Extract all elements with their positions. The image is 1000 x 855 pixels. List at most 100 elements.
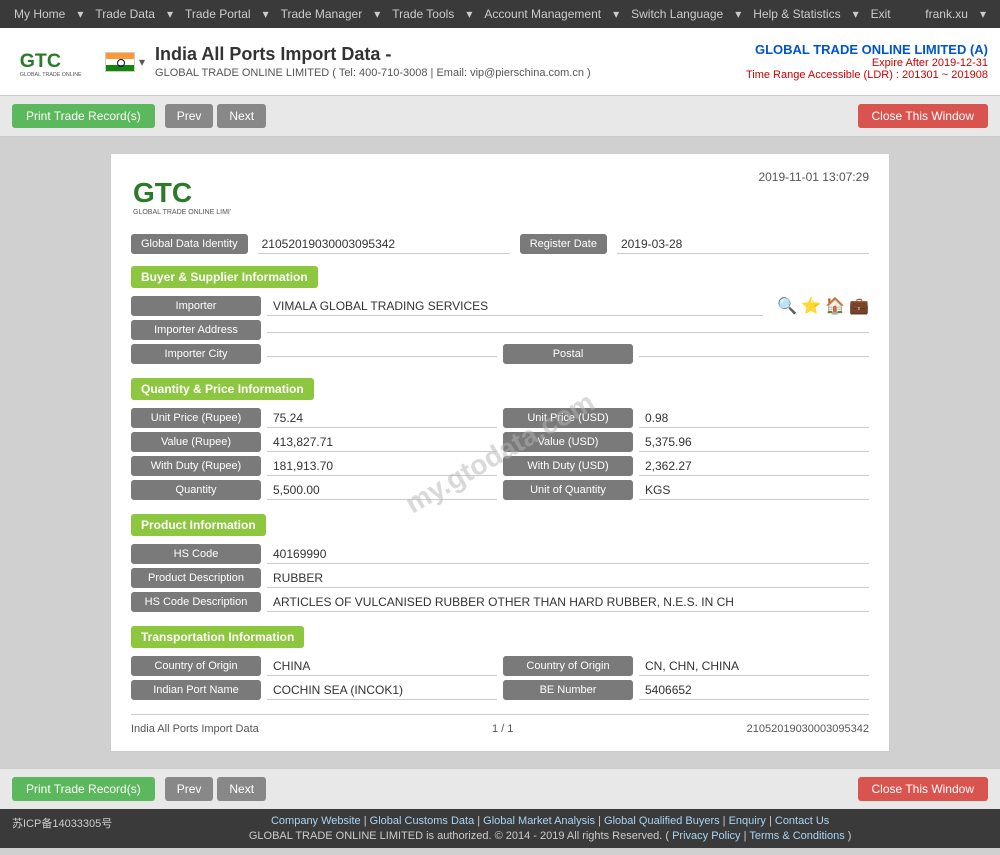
home-icon[interactable]: 🏠 bbox=[825, 296, 845, 316]
main-content: GTC GLOBAL TRADE ONLINE LIMITED 2019-11-… bbox=[0, 137, 1000, 768]
card-gtc-logo: GTC GLOBAL TRADE ONLINE LIMITED bbox=[131, 170, 231, 222]
prev-button-bottom[interactable]: Prev bbox=[165, 777, 214, 801]
card-header: GTC GLOBAL TRADE ONLINE LIMITED 2019-11-… bbox=[131, 170, 869, 222]
card-logo-area: GTC GLOBAL TRADE ONLINE LIMITED bbox=[131, 170, 231, 222]
flag-dropdown[interactable]: ▾ bbox=[139, 55, 145, 69]
importer-label: Importer bbox=[131, 296, 261, 316]
global-data-identity-value: 21052019030003095342 bbox=[258, 235, 510, 254]
india-flag bbox=[105, 52, 135, 72]
qty-value2-0: 0.98 bbox=[639, 409, 869, 428]
nav-separator7: ▾ bbox=[729, 7, 747, 21]
buyer-supplier-fields: Importer VIMALA GLOBAL TRADING SERVICES … bbox=[131, 296, 869, 364]
product-header: Product Information bbox=[131, 514, 266, 536]
footer-right: 21052019030003095342 bbox=[747, 723, 869, 735]
nav-user-dropdown: ▾ bbox=[974, 7, 992, 21]
footer-link-0[interactable]: Company Website bbox=[271, 815, 361, 827]
qty-value2-2: 2,362.27 bbox=[639, 457, 869, 476]
importer-city-row: Importer City Postal bbox=[131, 344, 869, 364]
qty-label2-0: Unit Price (USD) bbox=[503, 408, 633, 428]
print-button-top[interactable]: Print Trade Record(s) bbox=[12, 104, 155, 128]
postal-label: Postal bbox=[503, 344, 633, 364]
footer-left: India All Ports Import Data bbox=[131, 723, 259, 735]
svg-text:GLOBAL TRADE ONLINE LIMITED: GLOBAL TRADE ONLINE LIMITED bbox=[133, 209, 231, 216]
footer-center: 1 / 1 bbox=[492, 723, 513, 735]
close-button-bottom[interactable]: Close This Window bbox=[858, 777, 988, 801]
qty-label2-3: Unit of Quantity bbox=[503, 480, 633, 500]
hs-code-desc-label: HS Code Description bbox=[131, 592, 261, 612]
qty-label-1: Value (Rupee) bbox=[131, 432, 261, 452]
trans-label2-1: BE Number bbox=[503, 680, 633, 700]
record-card-wrapper: GTC GLOBAL TRADE ONLINE LIMITED 2019-11-… bbox=[20, 153, 980, 752]
gtc-logo: GTC GLOBAL TRADE ONLINE bbox=[12, 42, 87, 82]
nav-trade-portal[interactable]: Trade Portal bbox=[179, 7, 257, 21]
briefcase-icon[interactable]: 💼 bbox=[849, 296, 869, 316]
card-datetime: 2019-11-01 13:07:29 bbox=[758, 170, 869, 184]
hs-code-desc-value: ARTICLES OF VULCANISED RUBBER OTHER THAN… bbox=[267, 593, 869, 612]
qty-row-2: With Duty (Rupee) 181,913.70 With Duty (… bbox=[131, 456, 869, 476]
privacy-policy-link[interactable]: Privacy Policy bbox=[672, 830, 740, 842]
header-right: GLOBAL TRADE ONLINE LIMITED (A) Expire A… bbox=[746, 42, 988, 81]
star-icon[interactable]: ⭐ bbox=[801, 296, 821, 316]
trans-row-0: Country of Origin CHINA Country of Origi… bbox=[131, 656, 869, 676]
nav-separator6: ▾ bbox=[607, 7, 625, 21]
nav-my-home[interactable]: My Home bbox=[8, 7, 71, 21]
nav-exit[interactable]: Exit bbox=[865, 7, 897, 21]
prev-button-top[interactable]: Prev bbox=[165, 104, 214, 128]
nav-help-statistics[interactable]: Help & Statistics bbox=[747, 7, 846, 21]
svg-text:GTC: GTC bbox=[20, 49, 61, 71]
qty-label-2: With Duty (Rupee) bbox=[131, 456, 261, 476]
footer-link-3[interactable]: Global Qualified Buyers bbox=[604, 815, 720, 827]
print-button-bottom[interactable]: Print Trade Record(s) bbox=[12, 777, 155, 801]
buyer-supplier-header: Buyer & Supplier Information bbox=[131, 266, 318, 288]
register-date-label: Register Date bbox=[520, 234, 607, 254]
trans-value2-1: 5406652 bbox=[639, 681, 869, 700]
flag-area: ▾ bbox=[105, 52, 145, 72]
qty-row-3: Quantity 5,500.00 Unit of Quantity KGS bbox=[131, 480, 869, 500]
transportation-section: Transportation Information Country of Or… bbox=[131, 626, 869, 700]
product-desc-row: Product Description RUBBER bbox=[131, 568, 869, 588]
nav-trade-tools[interactable]: Trade Tools bbox=[386, 7, 460, 21]
trans-value-1: COCHIN SEA (INCOK1) bbox=[267, 681, 497, 700]
header-bar: GTC GLOBAL TRADE ONLINE ▾ India All Port… bbox=[0, 28, 1000, 96]
expire-info: Expire After 2019-12-31 bbox=[746, 57, 988, 69]
footer-link-1[interactable]: Global Customs Data bbox=[370, 815, 475, 827]
next-button-bottom[interactable]: Next bbox=[217, 777, 266, 801]
importer-value: VIMALA GLOBAL TRADING SERVICES bbox=[267, 297, 763, 316]
trans-label-0: Country of Origin bbox=[131, 656, 261, 676]
company-name: GLOBAL TRADE ONLINE LIMITED (A) bbox=[746, 42, 988, 57]
footer-link-4[interactable]: Enquiry bbox=[729, 815, 766, 827]
card-footer: India All Ports Import Data 1 / 1 210520… bbox=[131, 714, 869, 735]
register-date-value: 2019-03-28 bbox=[617, 235, 869, 254]
nav-group-bottom: Prev Next bbox=[165, 777, 266, 801]
close-button-top[interactable]: Close This Window bbox=[858, 104, 988, 128]
nav-trade-data[interactable]: Trade Data bbox=[89, 7, 161, 21]
terms-link[interactable]: Terms & Conditions bbox=[749, 830, 844, 842]
footer-link-2[interactable]: Global Market Analysis bbox=[483, 815, 595, 827]
nav-separator4: ▾ bbox=[368, 7, 386, 21]
search-icon[interactable]: 🔍 bbox=[777, 296, 797, 316]
nav-account-management[interactable]: Account Management bbox=[478, 7, 607, 21]
identity-row: Global Data Identity 2105201903000309534… bbox=[131, 234, 869, 254]
qty-value-3: 5,500.00 bbox=[267, 481, 497, 500]
next-button-top[interactable]: Next bbox=[217, 104, 266, 128]
importer-address-row: Importer Address bbox=[131, 320, 869, 340]
time-range-info: Time Range Accessible (LDR) : 201301 ~ 2… bbox=[746, 69, 988, 81]
postal-value bbox=[639, 352, 869, 357]
nav-separator3: ▾ bbox=[257, 7, 275, 21]
importer-icons: 🔍 ⭐ 🏠 💼 bbox=[777, 296, 869, 316]
site-footer: 苏ICP备14033305号 Company Website | Global … bbox=[0, 809, 1000, 848]
hs-code-row: HS Code 40169990 bbox=[131, 544, 869, 564]
nav-switch-language[interactable]: Switch Language bbox=[625, 7, 729, 21]
bottom-action-bar: Print Trade Record(s) Prev Next Close Th… bbox=[0, 768, 1000, 809]
footer-link-5[interactable]: Contact Us bbox=[775, 815, 829, 827]
product-section: Product Information HS Code 40169990 Pro… bbox=[131, 514, 869, 612]
trans-value2-0: CN, CHN, CHINA bbox=[639, 657, 869, 676]
copyright: GLOBAL TRADE ONLINE LIMITED is authorize… bbox=[249, 830, 662, 842]
trans-row-1: Indian Port Name COCHIN SEA (INCOK1) BE … bbox=[131, 680, 869, 700]
quantity-price-fields: Unit Price (Rupee) 75.24 Unit Price (USD… bbox=[131, 408, 869, 500]
qty-value2-3: KGS bbox=[639, 481, 869, 500]
nav-trade-manager[interactable]: Trade Manager bbox=[275, 7, 369, 21]
hs-code-label: HS Code bbox=[131, 544, 261, 564]
svg-text:GTC: GTC bbox=[133, 177, 192, 208]
svg-text:GLOBAL TRADE ONLINE: GLOBAL TRADE ONLINE bbox=[20, 71, 82, 77]
